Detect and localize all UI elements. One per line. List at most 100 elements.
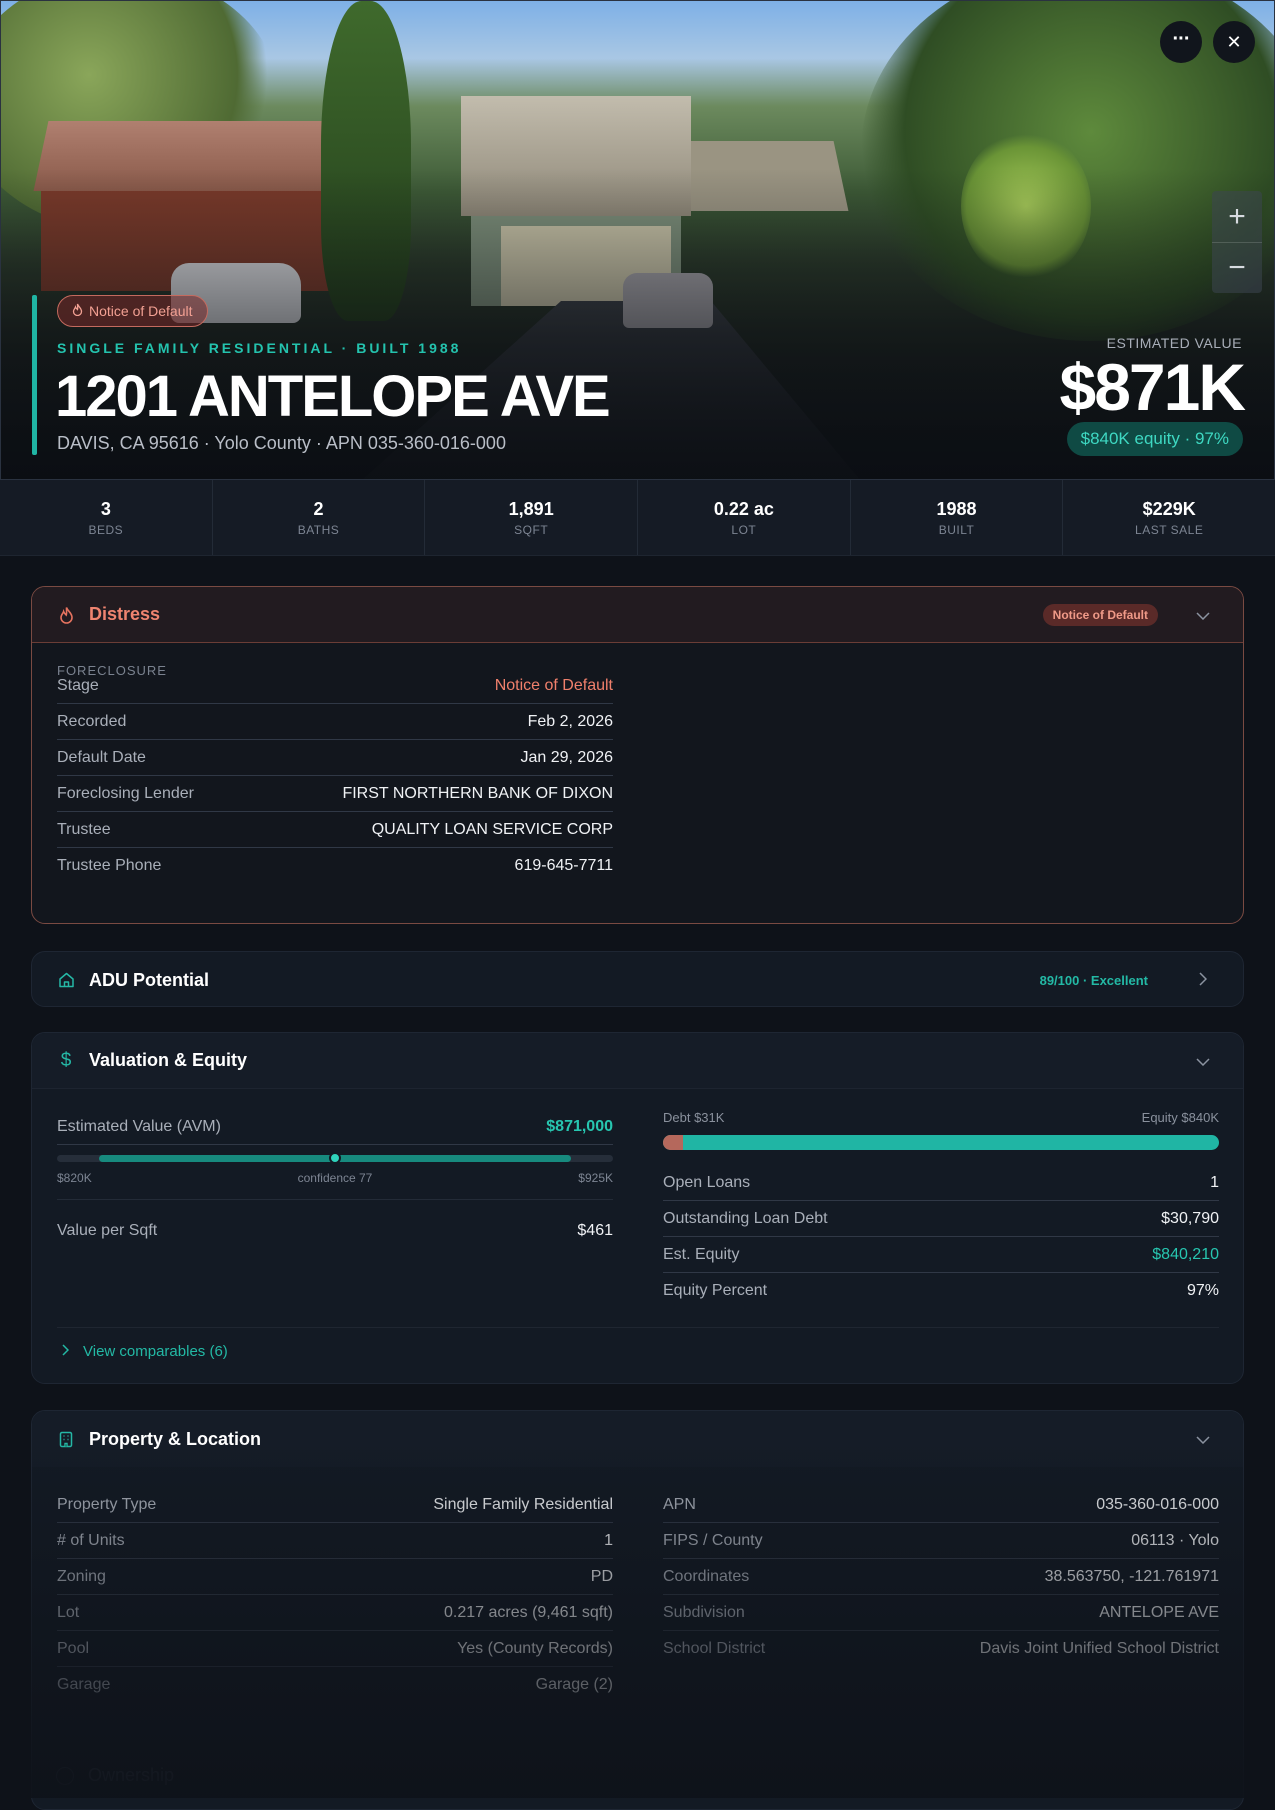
row-key: Zoning [57,1567,106,1585]
row-value: 1 [604,1531,613,1549]
stat-label: BUILT [938,522,975,537]
flame-icon [57,606,75,624]
property-card: Property & Location Property Type Single … [31,1410,1244,1810]
stat-value: 0.22 ac [713,498,774,519]
zoom-in-button[interactable]: + [1212,191,1262,242]
property-row: Subdivision ANTELOPE AVE [663,1595,1219,1631]
property-row: Coordinates 38.563750, -121.761971 [663,1559,1219,1595]
debt-equity-bar [663,1135,1219,1150]
property-row: School District Davis Joint Unified Schoo… [663,1631,1219,1667]
stat-label: LAST SALE [1135,522,1204,537]
row-key: Open Loans [663,1173,751,1191]
avm-row: Estimated Value (AVM) $871,000 [57,1109,613,1145]
property-row: Pool Yes (County Records) [57,1631,613,1667]
stat-baths: 2 BATHS [213,480,426,555]
ownership-header[interactable]: Ownership [56,1765,174,1786]
row-key: Lot [57,1603,80,1621]
property-header[interactable]: Property & Location [32,1411,1243,1467]
property-location: DAVIS, CA 95616 · Yolo County · APN 035-… [57,433,506,453]
row-key: Recorded [57,712,127,730]
adu-title: ADU Potential [89,969,210,990]
value-per-sqft-row: Value per Sqft $461 [57,1213,613,1249]
stat-value: 1988 [936,498,977,519]
stat-label: SQFT [514,522,549,537]
distress-row-recorded: Recorded Feb 2, 2026 [57,704,613,740]
zoom-out-button[interactable]: − [1212,242,1262,293]
row-key: Stage [57,676,99,694]
row-key: Subdivision [663,1603,745,1621]
property-row: FIPS / County 06113 · Yolo [663,1523,1219,1559]
stats-bar: 3 BEDS 2 BATHS 1,891 SQFT 0.22 ac LOT 1988 BU… [0,480,1275,556]
hero-photo: ··· ✕ + − Notice of Default SINGLE FAMIL… [0,0,1275,480]
avm-range-track [57,1152,613,1164]
row-value: 1 [1210,1173,1219,1191]
row-key: # of Units [57,1531,125,1549]
property-subtitle: SINGLE FAMILY RESIDENTIAL · BUILT 1988 [57,340,462,356]
row-value: Garage (2) [535,1676,613,1693]
dollar-icon: $ [60,1049,72,1071]
chevron-right-icon[interactable] [1188,971,1218,989]
row-value: 0.217 acres (9,461 sqft) [444,1603,613,1621]
row-key: Estimated Value (AVM) [57,1117,221,1135]
row-value: QUALITY LOAN SERVICE CORP [371,820,613,838]
row-value: Notice of Default [494,676,613,694]
stat-label: BATHS [297,522,340,537]
close-button[interactable]: ✕ [1213,21,1255,63]
row-key: School District [663,1640,766,1657]
building-icon [57,1431,75,1448]
row-value: 38.563750, -121.761971 [1044,1567,1219,1585]
divider [57,1327,1219,1328]
property-row: Property Type Single Family Residential [57,1487,613,1523]
row-key: Est. Equity [663,1245,740,1263]
property-row: # of Units 1 [57,1523,613,1559]
row-key: Property Type [57,1495,157,1513]
chevron-down-icon[interactable] [1188,1053,1218,1069]
chevron-down-icon[interactable] [1188,1431,1218,1447]
row-key: Default Date [57,748,146,766]
adu-header[interactable]: ADU Potential 89/100 · Excellent [32,952,1243,1006]
equity-label: Equity $840K [1141,1110,1219,1125]
distress-row-stage: Stage Notice of Default [57,668,613,704]
stat-label: BEDS [88,522,124,537]
more-button[interactable]: ··· [1160,21,1202,63]
row-value: ANTELOPE AVE [1099,1603,1219,1621]
stat-beds: 3 BEDS [0,480,213,555]
avm-value: $871,000 [546,1117,613,1135]
more-icon: ··· [1172,27,1191,50]
row-key: Equity Percent [663,1282,768,1299]
adu-card[interactable]: ADU Potential 89/100 · Excellent [31,951,1244,1007]
chevron-down-icon[interactable] [1188,607,1218,623]
alert-badge-label: Notice of Default [89,303,193,319]
stat-value: 2 [313,498,324,519]
divider [57,1199,613,1200]
row-value: 97% [1186,1282,1219,1299]
alert-badge: Notice of Default [57,295,208,327]
title-accent-bar [32,295,37,455]
property-row: Lot 0.217 acres (9,461 sqft) [57,1595,613,1631]
property-row: APN 035-360-016-000 [663,1487,1219,1523]
distress-header[interactable]: Distress Notice of Default [32,587,1243,643]
distress-card: Distress Notice of Default FORECLOSURE S… [31,586,1244,924]
row-value: $461 [577,1222,613,1239]
open-loans-row: Open Loans 1 [663,1165,1219,1201]
stat-last-sale: $229K LAST SALE [1063,480,1275,555]
ownership-title: Ownership [88,1765,175,1785]
loan-debt-row: Outstanding Loan Debt $30,790 [663,1201,1219,1237]
view-comparables-label: View comparables (6) [83,1343,228,1360]
row-value: FIRST NORTHERN BANK OF DIXON [342,784,613,802]
row-key: Coordinates [663,1567,750,1585]
row-value: Feb 2, 2026 [527,712,613,730]
range-high: $925K [578,1171,613,1185]
valuation-title: Valuation & Equity [89,1050,248,1070]
valuation-header[interactable]: $ Valuation & Equity [32,1033,1243,1089]
row-key: Outstanding Loan Debt [663,1209,828,1227]
view-comparables-link[interactable]: View comparables (6) [62,1343,228,1360]
property-address: 1201 ANTELOPE AVE [55,364,611,429]
map-zoom-control: + − [1212,191,1262,293]
distress-badge: Notice of Default [1042,603,1158,626]
estimated-value: $871K [1059,350,1246,424]
stat-sqft: 1,891 SQFT [425,480,639,555]
stat-lot: 0.22 ac LOT [638,480,851,555]
home-icon [57,972,75,988]
row-value: 035-360-016-000 [1096,1495,1219,1513]
